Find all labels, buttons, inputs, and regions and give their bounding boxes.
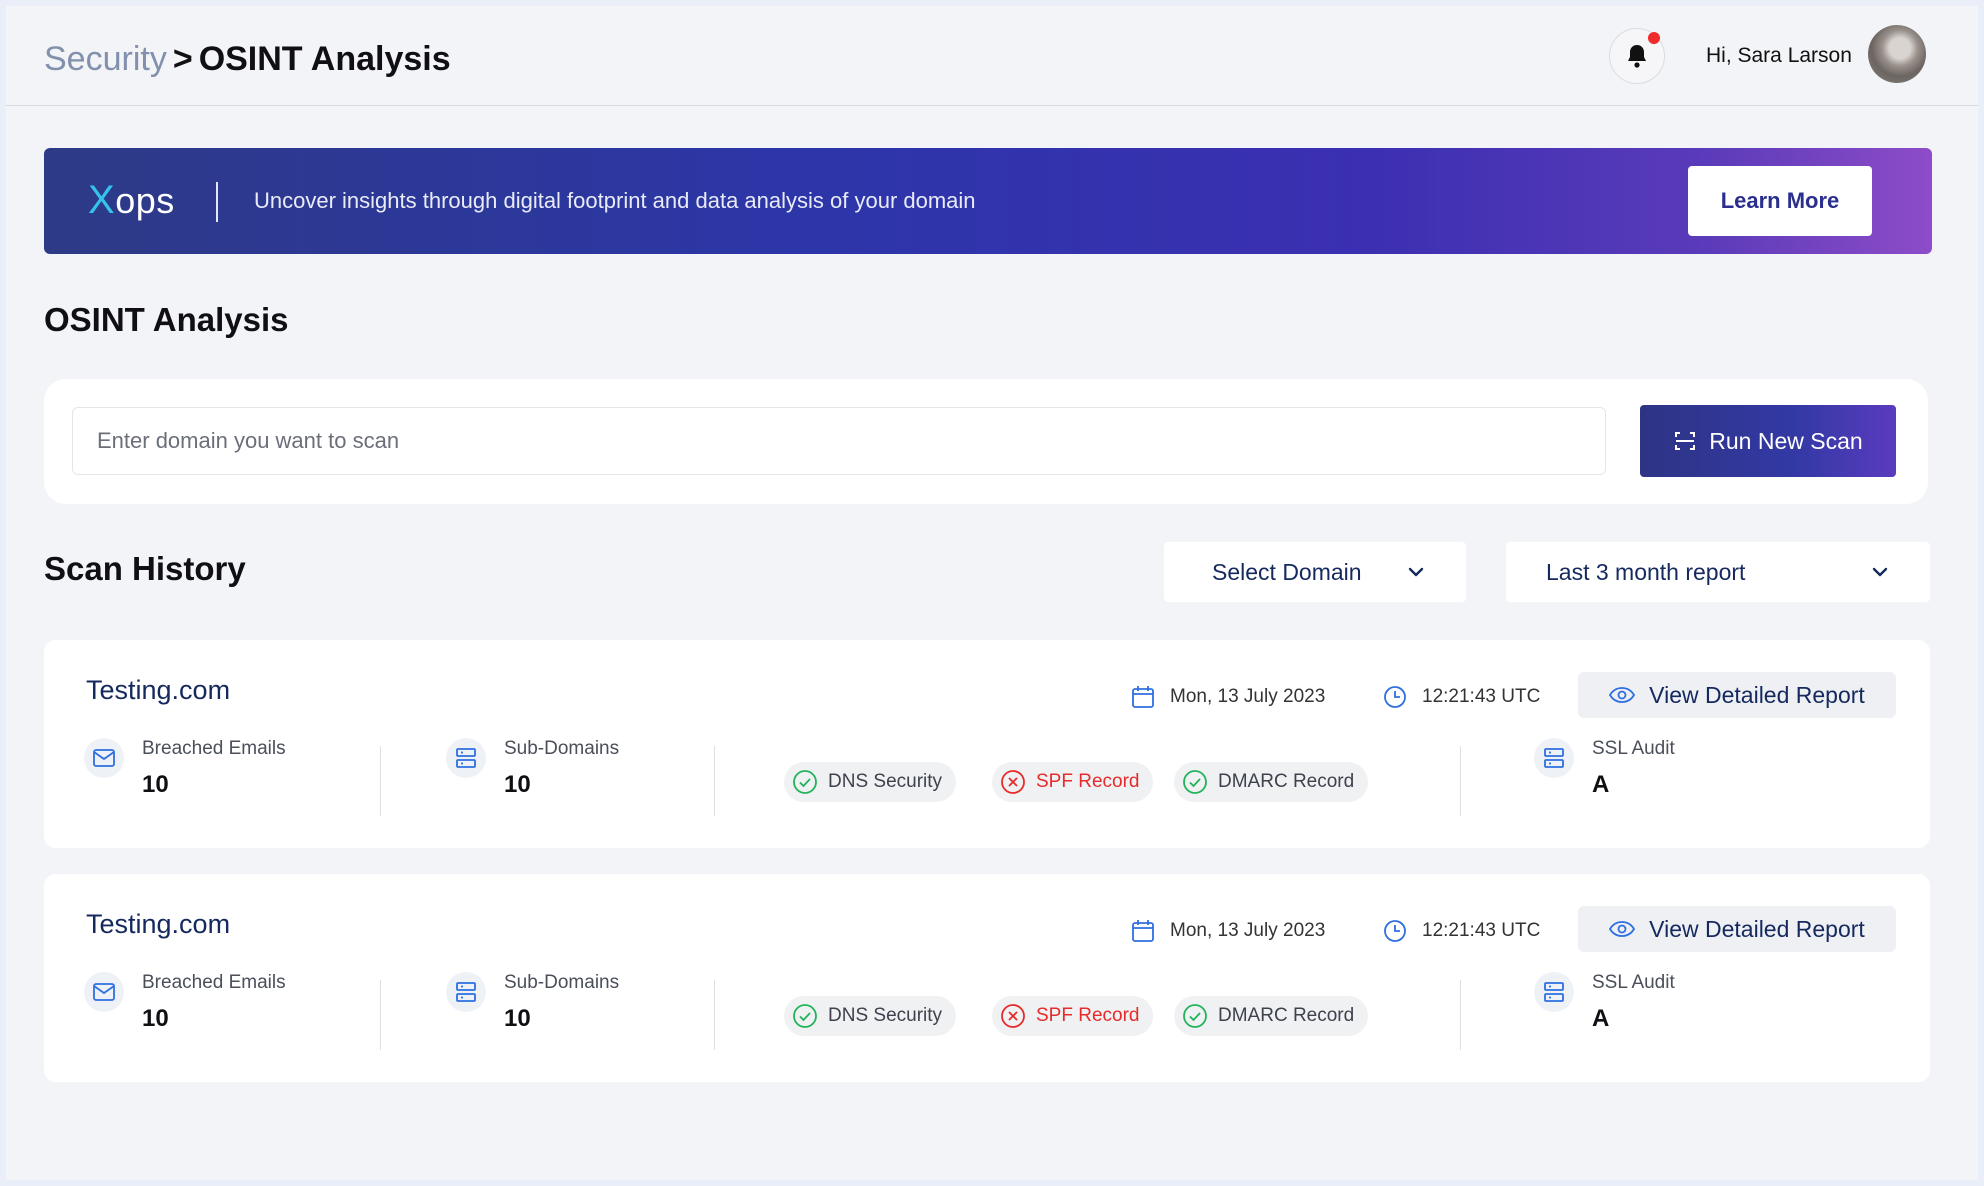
mail-icon [93, 749, 115, 767]
banner-tagline: Uncover insights through digital footpri… [254, 188, 976, 213]
dmarc-record-chip: DMARC Record [1174, 996, 1369, 1036]
select-domain-dropdown[interactable]: Select Domain [1164, 542, 1466, 602]
dns-security-chip: DNS Security [784, 996, 957, 1036]
notification-button[interactable] [1609, 28, 1665, 84]
clock-icon [1384, 920, 1406, 942]
divider [1460, 746, 1461, 816]
user-greeting: Hi, Sara Larson [1706, 44, 1852, 67]
scan-history-title: Scan History [44, 550, 246, 587]
eye-icon [1609, 921, 1636, 937]
record-date: Mon, 13 July 2023 [1130, 918, 1325, 944]
x-circle-icon [1001, 1004, 1025, 1028]
divider [380, 746, 381, 816]
check-circle-icon [1183, 1004, 1207, 1028]
view-detailed-report-button[interactable]: View Detailed Report [1578, 906, 1896, 952]
scan-icon [1675, 432, 1696, 450]
breadcrumb: Security > OSINT Analysis [44, 36, 451, 82]
scan-record-card: Testing.com Mon, 13 July 2023 12:21:43 U… [44, 640, 1930, 848]
run-new-scan-button[interactable]: Run New Scan [1640, 405, 1896, 477]
period-dropdown[interactable]: Last 3 month report [1506, 542, 1930, 602]
dmarc-record-chip: DMARC Record [1174, 762, 1369, 802]
record-time: 12:21:43 UTC [1382, 684, 1540, 710]
spf-record-chip: SPF Record [992, 996, 1154, 1036]
divider [714, 980, 715, 1050]
dns-security-chip: DNS Security [784, 762, 957, 802]
spf-record-chip: SPF Record [992, 762, 1154, 802]
view-detailed-report-button[interactable]: View Detailed Report [1578, 672, 1896, 718]
x-circle-icon [1001, 770, 1025, 794]
scan-record-card: Testing.com Mon, 13 July 2023 12:21:43 U… [44, 874, 1930, 1082]
calendar-icon [1132, 686, 1154, 708]
breadcrumb-separator: > [172, 40, 193, 78]
banner-divider [216, 182, 218, 222]
divider [380, 980, 381, 1050]
promo-banner: Xops Uncover insights through digital fo… [44, 148, 1932, 254]
check-circle-icon [1183, 770, 1207, 794]
select-domain-label: Select Domain [1212, 558, 1362, 585]
mail-icon [93, 983, 115, 1001]
server-icon [1544, 982, 1564, 1002]
run-new-scan-label: Run New Scan [1709, 427, 1863, 454]
record-time: 12:21:43 UTC [1382, 918, 1540, 944]
top-bar: Security > OSINT Analysis Hi, Sara Larson [6, 6, 1978, 106]
record-domain[interactable]: Testing.com [86, 672, 230, 708]
breadcrumb-security-link[interactable]: Security [44, 40, 167, 78]
record-date: Mon, 13 July 2023 [1130, 684, 1325, 710]
check-circle-icon [793, 770, 817, 794]
bell-icon [1628, 45, 1646, 68]
chevron-down-icon [1872, 567, 1888, 577]
scan-card: Run New Scan [44, 379, 1928, 504]
server-icon [456, 748, 476, 768]
server-icon [456, 982, 476, 1002]
domain-input[interactable] [72, 407, 1606, 475]
server-icon [1544, 748, 1564, 768]
notification-dot [1648, 32, 1660, 44]
record-domain[interactable]: Testing.com [86, 906, 230, 942]
period-label: Last 3 month report [1546, 558, 1746, 585]
calendar-icon [1132, 920, 1154, 942]
page: Security > OSINT Analysis Hi, Sara Larson … [6, 6, 1978, 1180]
divider [1460, 980, 1461, 1050]
clock-icon [1384, 686, 1406, 708]
eye-icon [1609, 687, 1636, 703]
page-title: OSINT Analysis [44, 301, 289, 338]
divider [714, 746, 715, 816]
xops-logo: Xops [88, 178, 175, 222]
chevron-down-icon [1408, 567, 1424, 577]
check-circle-icon [793, 1004, 817, 1028]
avatar[interactable] [1868, 25, 1926, 83]
learn-more-button[interactable]: Learn More [1688, 166, 1872, 236]
breadcrumb-current: OSINT Analysis [198, 40, 451, 78]
